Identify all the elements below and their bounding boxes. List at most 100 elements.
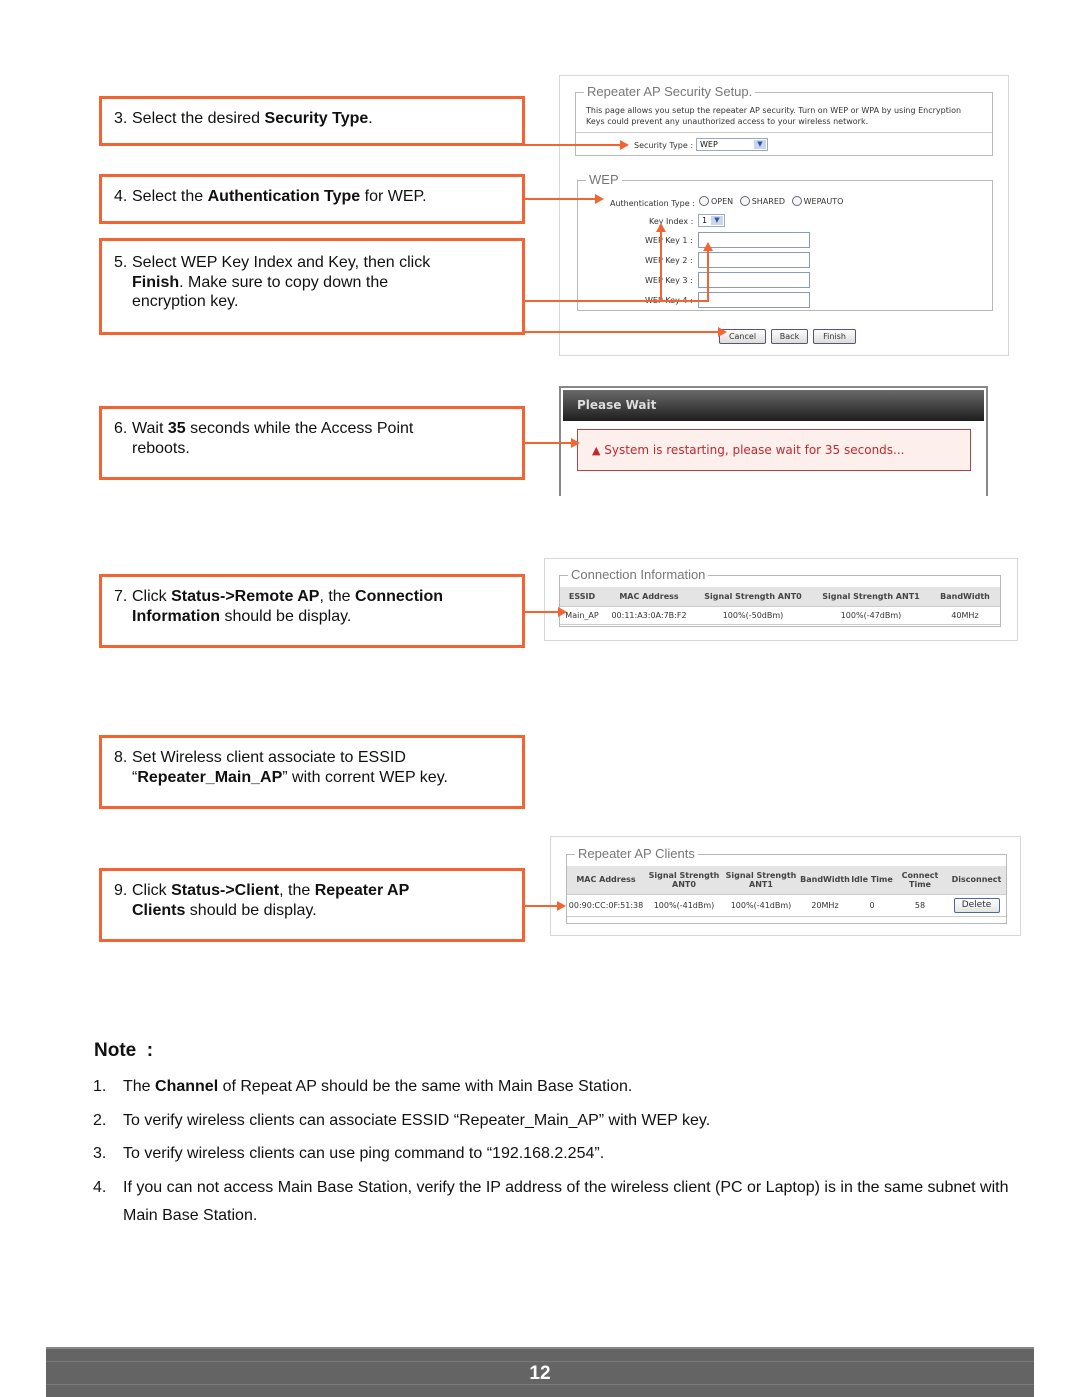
auth-option-open[interactable]: OPEN	[699, 196, 734, 206]
bandwidth-cell: 40MHz	[930, 606, 1000, 625]
auth-option-wepauto[interactable]: WEPAUTO	[791, 196, 843, 206]
security-type-select[interactable]: WEP ▼	[696, 138, 768, 151]
auth-option-label: SHARED	[751, 197, 786, 206]
arrow-line	[525, 331, 720, 333]
arrow-head-icon	[703, 242, 713, 251]
step-text: , the	[279, 882, 315, 899]
connection-info-fieldset: Connection Information ESSID MAC Address…	[559, 567, 1001, 627]
auth-option-label: OPEN	[711, 197, 734, 206]
step-8-callout: 8. Set Wireless client associate to ESSI…	[99, 735, 525, 809]
security-type-label: Security Type :	[634, 141, 694, 150]
step-text-bold: Status->Client	[171, 882, 280, 899]
note-text: If you can not access Main Base Station,…	[123, 1179, 1009, 1224]
chevron-down-icon: ▼	[711, 216, 723, 225]
step-number: 9.	[114, 882, 128, 899]
step-text: Select WEP Key Index and Key, then click	[132, 254, 431, 271]
wep-key-1-input[interactable]	[698, 232, 810, 248]
connect-time-cell: 58	[893, 894, 947, 917]
radio-icon[interactable]	[739, 196, 750, 206]
step-text: Click	[132, 588, 172, 605]
security-setup-screenshot: Repeater AP Security Setup. This page al…	[559, 75, 1009, 356]
restart-alert: ▲ System is restarting, please wait for …	[577, 429, 971, 471]
arrow-line	[525, 300, 707, 302]
column-header: Signal Strength ANT1	[812, 587, 930, 607]
arrow-line	[525, 442, 571, 444]
column-header: MAC Address	[567, 866, 645, 895]
repeater-clients-legend: Repeater AP Clients	[575, 846, 698, 861]
mac-cell: 00:11:A3:0A:7B:F2	[604, 606, 694, 625]
wep-key-3-input[interactable]	[698, 272, 810, 288]
signal-ant1-cell: 100%(-47dBm)	[812, 606, 930, 625]
disconnect-cell: Delete	[947, 894, 1006, 917]
column-header: Signal Strength ANT0	[645, 866, 723, 895]
step-text: Click	[132, 882, 172, 899]
column-header: BandWidth	[799, 866, 851, 895]
arrow-line	[525, 905, 557, 907]
back-button[interactable]: Back	[771, 329, 808, 344]
key-index-value: 1	[702, 216, 708, 225]
note-item: 2. To verify wireless clients can associ…	[93, 1107, 1023, 1135]
column-header: Connect Time	[893, 866, 947, 895]
note-text-bold: Channel	[155, 1078, 219, 1095]
finish-button[interactable]: Finish	[813, 329, 856, 344]
delete-button[interactable]: Delete	[953, 897, 1000, 913]
step-text-bold: Security Type	[264, 110, 369, 127]
idle-time-cell: 0	[851, 894, 893, 917]
arrow-line	[525, 198, 595, 200]
arrow-head-icon	[557, 901, 566, 911]
step-3-callout: 3. Select the desired Security Type.	[99, 96, 525, 146]
security-setup-fieldset: Repeater AP Security Setup. This page al…	[575, 84, 993, 156]
connection-info-legend: Connection Information	[568, 567, 709, 582]
table-row: Main_AP 00:11:A3:0A:7B:F2 100%(-50dBm) 1…	[560, 606, 1000, 625]
arrow-head-icon	[558, 607, 567, 617]
step-number: 6.	[114, 420, 128, 437]
step-number: 4.	[114, 188, 128, 205]
step-text-bold: Authentication Type	[207, 188, 361, 205]
column-header: BandWidth	[930, 587, 1000, 607]
signal-ant1-cell: 100%(-41dBm)	[723, 894, 799, 917]
wep-key-2-input[interactable]	[698, 252, 810, 268]
column-header: MAC Address	[604, 587, 694, 607]
radio-icon[interactable]	[791, 196, 802, 206]
mac-cell: 00:90:CC:0F:51:38	[567, 894, 645, 917]
radio-icon[interactable]	[699, 196, 709, 206]
arrow-line	[525, 611, 558, 613]
note-text: To verify wireless clients can associate…	[123, 1112, 711, 1129]
arrow-line	[525, 144, 620, 146]
note-number: 3.	[93, 1145, 107, 1162]
step-6-callout: 6. Wait 35 seconds while the Access Poin…	[99, 406, 525, 480]
signal-ant0-cell: 100%(-50dBm)	[694, 606, 812, 625]
note-item: 4. If you can not access Main Base Stati…	[93, 1174, 1023, 1230]
step-text: .	[368, 110, 373, 127]
arrow-head-icon	[656, 223, 666, 232]
wep-legend: WEP	[586, 172, 622, 187]
step-9-callout: 9. Click Status->Client, the Repeater AP…	[99, 868, 525, 942]
arrow-line	[707, 250, 709, 302]
step-text-bold: Finish	[132, 273, 180, 291]
auth-option-shared[interactable]: SHARED	[739, 196, 786, 206]
please-wait-header: Please Wait	[563, 390, 984, 421]
wep-fieldset: WEP Authentication Type : OPEN SHARED WE…	[577, 172, 993, 311]
step-text: for WEP.	[360, 188, 427, 205]
wep-key-4-input[interactable]	[698, 292, 810, 308]
step-text-bold: 35	[167, 420, 186, 437]
step-text-bold: Repeater_Main_AP	[137, 768, 283, 786]
table-row: 00:90:CC:0F:51:38 100%(-41dBm) 100%(-41d…	[567, 894, 1006, 917]
restart-message: System is restarting, please wait for 35…	[604, 443, 905, 457]
security-type-value: WEP	[700, 140, 718, 149]
step-number: 7.	[114, 588, 128, 605]
note-heading: Note :	[94, 1040, 154, 1061]
bandwidth-cell: 20MHz	[799, 894, 851, 917]
auth-type-label: Authentication Type :	[610, 199, 695, 208]
note-number: 2.	[93, 1112, 107, 1129]
key-index-select[interactable]: 1 ▼	[698, 214, 725, 227]
wep-key-2-label: WEP Key 2 :	[645, 256, 693, 265]
step-text: , the	[319, 588, 356, 605]
security-setup-description: This page allows you setup the repeater …	[586, 106, 962, 126]
note-text: of Repeat AP should be the same with Mai…	[218, 1078, 633, 1095]
step-text-bold: Status->Remote AP	[171, 588, 320, 605]
column-header: Signal Strength ANT0	[694, 587, 812, 607]
page-footer: 12	[46, 1347, 1034, 1397]
auth-type-radio-group: OPEN SHARED WEPAUTO	[699, 196, 843, 206]
step-text: should be display.	[185, 901, 317, 919]
